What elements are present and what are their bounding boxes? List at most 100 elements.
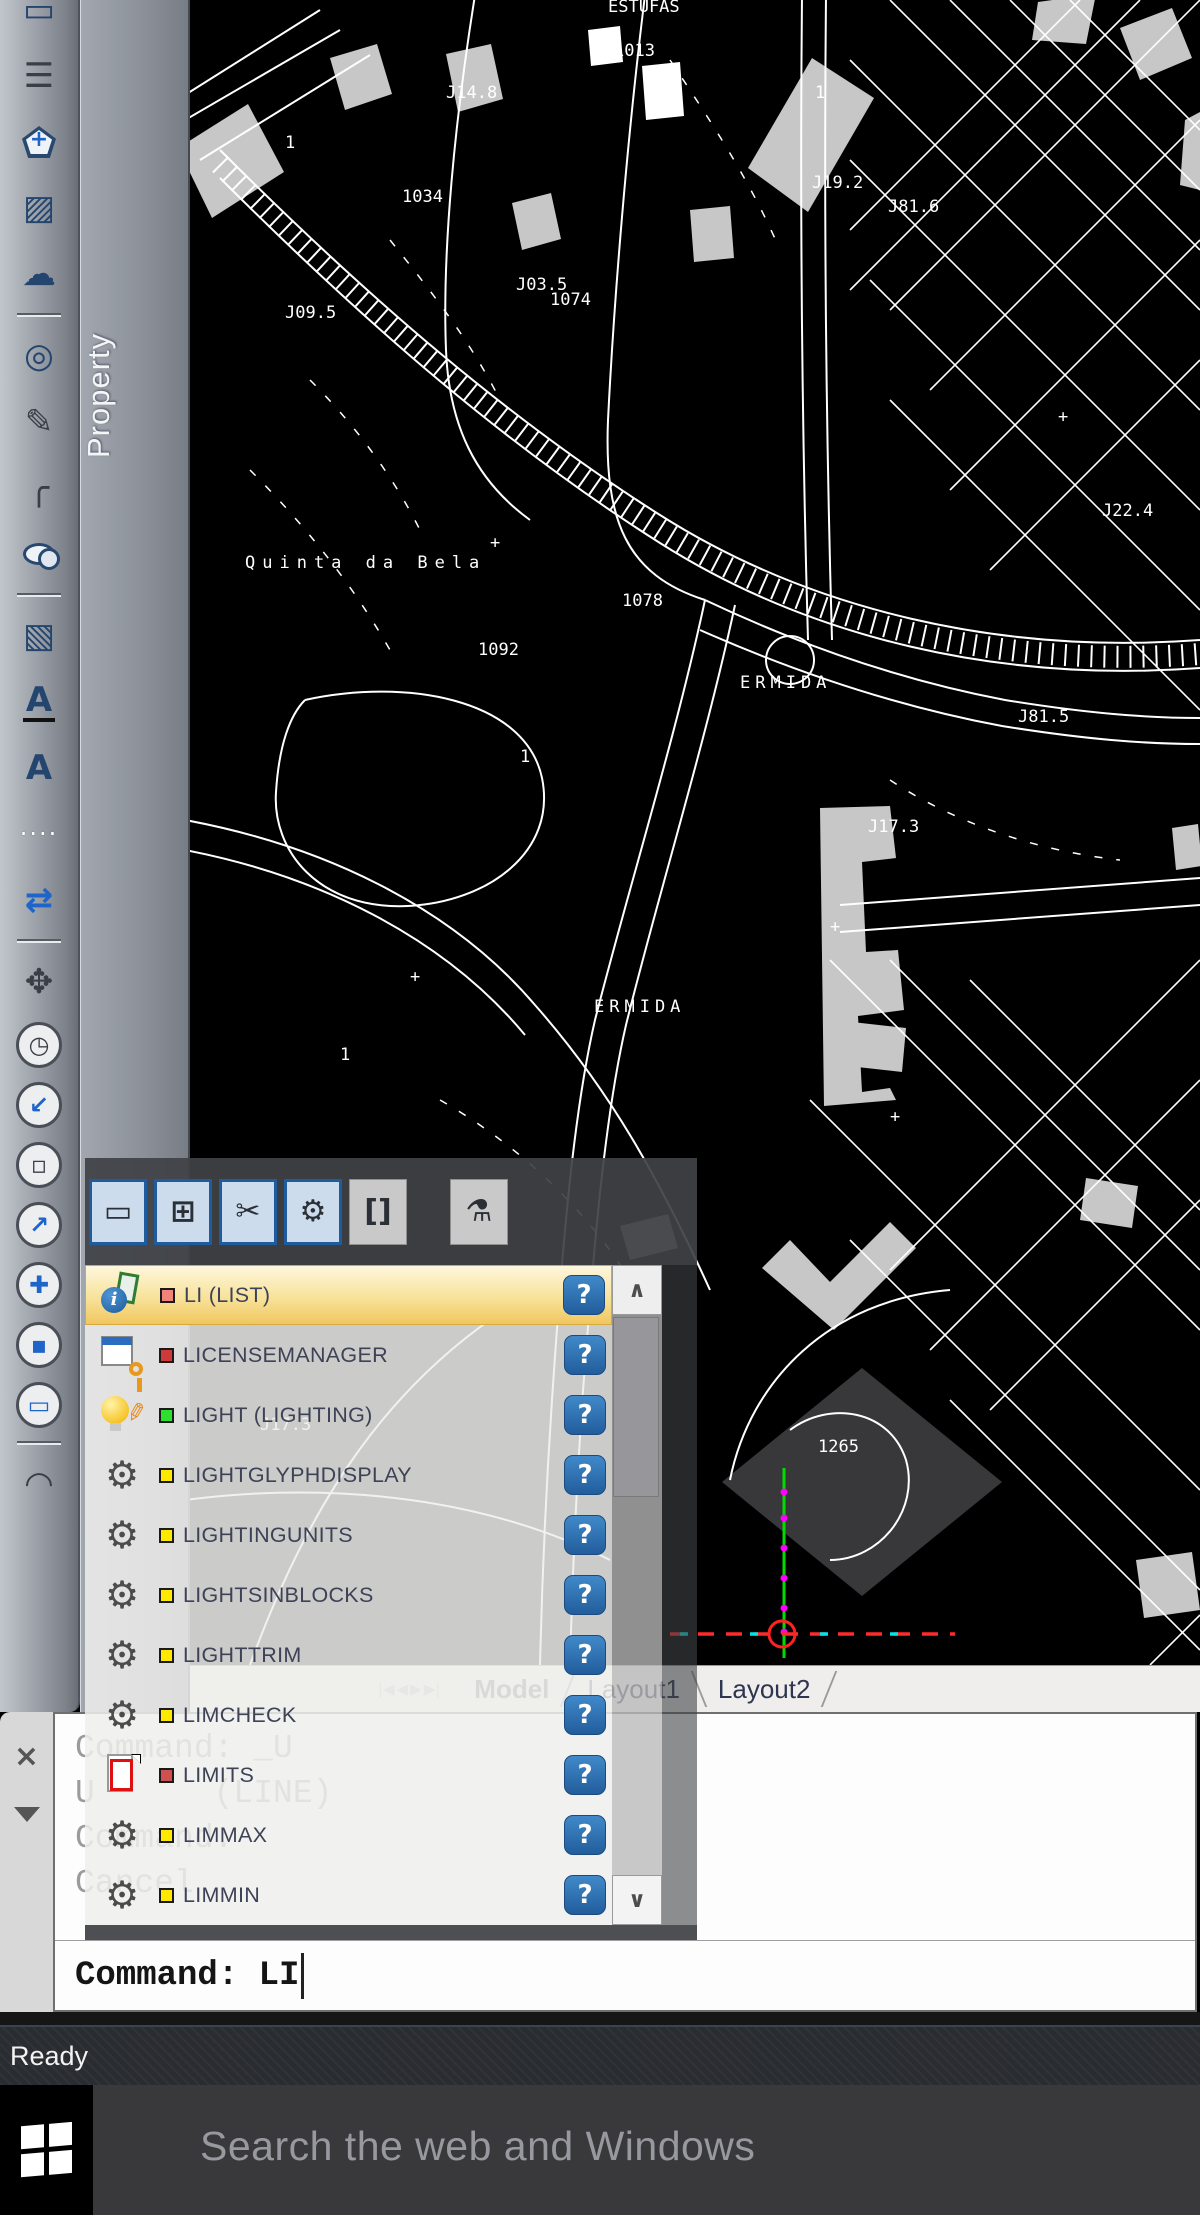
svg-text:1078: 1078 xyxy=(622,591,663,611)
svg-text:J81.5: J81.5 xyxy=(1018,707,1069,727)
popup-right-margin xyxy=(662,1265,697,1925)
status-bar: Ready xyxy=(0,2025,1200,2085)
pan-tool-icon[interactable]: ✥ xyxy=(13,956,65,1008)
svg-text:1: 1 xyxy=(285,133,295,153)
multiline-tool-icon[interactable]: ☰ xyxy=(13,50,65,102)
commands-filter-button[interactable]: ▭ xyxy=(89,1179,147,1245)
brackets-filter-button[interactable]: [] xyxy=(349,1179,407,1245)
blocks-filter-button[interactable]: ⊞ xyxy=(154,1179,212,1245)
help-icon[interactable]: ? xyxy=(564,1635,606,1675)
donut-tool-icon[interactable]: ◎ xyxy=(13,330,65,382)
rectangle-tool-icon[interactable]: ▭ xyxy=(13,0,65,36)
zoom-previous-tool-icon[interactable]: ↙ xyxy=(16,1082,62,1128)
autocomplete-row[interactable]: ⚙ LIGHTGLYPHDISPLAY ? xyxy=(85,1445,612,1505)
gear-icon: ⚙ xyxy=(99,1872,145,1918)
autocomplete-scrollbar[interactable]: ∧ ∨ xyxy=(612,1265,662,1925)
help-icon[interactable]: ? xyxy=(564,1695,606,1735)
command-type-badge xyxy=(159,1708,174,1723)
command-name-label: LIGHTSINBLOCKS xyxy=(183,1583,564,1608)
autocomplete-popup: ▭ ⊞ ✂ ⚙ [] ⚗ i LI (LIST) ? LICENSEMANAGE… xyxy=(85,1158,697,1940)
help-icon[interactable]: ? xyxy=(564,1875,606,1915)
svg-text:+: + xyxy=(410,967,420,987)
command-prompt-text: Command: LI xyxy=(75,1957,299,1995)
expand-arrow-icon[interactable] xyxy=(0,1792,53,1836)
toolbar-divider xyxy=(17,1441,61,1445)
text-tool-icon[interactable]: A xyxy=(13,742,65,794)
scroll-down-icon[interactable]: ∨ xyxy=(612,1875,662,1925)
grip-dots-handle-icon[interactable]: ···· xyxy=(13,808,65,860)
autocomplete-row[interactable]: ⚙ LIGHTINGUNITS ? xyxy=(85,1505,612,1565)
autocomplete-row[interactable]: ⚙ LIMMIN ? xyxy=(85,1865,612,1925)
command-type-badge xyxy=(159,1588,174,1603)
lic-icon xyxy=(99,1332,145,1378)
zoom-dynamic-tool-icon[interactable]: ↗ xyxy=(16,1202,62,1248)
svg-text:1034: 1034 xyxy=(402,187,443,207)
command-name-label: LIGHT (LIGHTING) xyxy=(183,1403,564,1428)
zoom-realtime-tool-icon[interactable]: ◷ xyxy=(16,1022,62,1068)
autocomplete-list: i LI (LIST) ? LICENSEMANAGER ? ✎ LIGHT (… xyxy=(85,1265,612,1925)
command-type-badge xyxy=(159,1468,174,1483)
help-icon[interactable]: ? xyxy=(564,1515,606,1555)
close-icon[interactable]: × xyxy=(0,1734,53,1778)
autocomplete-row[interactable]: ⚙ LIMCHECK ? xyxy=(85,1685,612,1745)
autocomplete-row[interactable]: LICENSEMANAGER ? xyxy=(85,1325,612,1385)
sysvar-filter-button[interactable]: ⚙ xyxy=(284,1179,342,1245)
revision-cloud-tool-icon[interactable]: ☁ xyxy=(13,248,65,300)
help-icon[interactable]: ? xyxy=(564,1815,606,1855)
window-bottom-edge xyxy=(0,2012,1200,2025)
zoom-object-tool-icon[interactable]: ▪ xyxy=(16,1322,62,1368)
polygon-tool-icon[interactable] xyxy=(13,116,65,168)
svg-text:J19.2: J19.2 xyxy=(812,173,863,193)
bulb-icon: ✎ xyxy=(99,1392,145,1438)
hatch-tool-icon[interactable]: ▧ xyxy=(13,610,65,662)
command-type-badge xyxy=(159,1528,174,1543)
autocomplete-row[interactable]: ⚙ LIGHTTRIM ? xyxy=(85,1625,612,1685)
search-placeholder: Search the web and Windows xyxy=(200,2123,755,2170)
help-icon[interactable]: ? xyxy=(564,1575,606,1615)
help-icon[interactable]: ? xyxy=(563,1275,605,1315)
zoom-window-tool-icon[interactable]: ▫ xyxy=(16,1142,62,1188)
autocomplete-row[interactable]: i LI (LIST) ? xyxy=(85,1265,612,1325)
contour-lines xyxy=(250,60,1120,1280)
zoom-center-tool-icon[interactable]: ✚ xyxy=(16,1262,62,1308)
autocomplete-row[interactable]: ✎ LIGHT (LIGHTING) ? xyxy=(85,1385,612,1445)
fillet-tool-icon[interactable]: ╭ xyxy=(13,462,65,514)
command-name-label: LIGHTINGUNITS xyxy=(183,1523,564,1548)
autocad-window: ESTUFAS1013J14.81034J19.2J81.6J03.51074J… xyxy=(0,0,1200,2215)
windows-start-button[interactable] xyxy=(0,2085,93,2215)
scrollbar-thumb[interactable] xyxy=(613,1317,659,1497)
svg-text:1265: 1265 xyxy=(818,1437,859,1457)
command-input[interactable]: Command: LI xyxy=(55,1940,1195,2010)
zoom-all-tool-icon[interactable]: ◠ xyxy=(13,1458,65,1510)
experimental-filter-button[interactable]: ⚗ xyxy=(450,1179,508,1245)
regen-tool-icon[interactable]: ⇄ xyxy=(13,874,65,926)
zoom-extents-tool-icon[interactable]: ▭ xyxy=(16,1382,62,1428)
help-icon[interactable]: ? xyxy=(564,1455,606,1495)
help-icon[interactable]: ? xyxy=(564,1335,606,1375)
sketch-tool-icon[interactable]: ✎ xyxy=(13,396,65,448)
scroll-up-icon[interactable]: ∧ xyxy=(612,1265,662,1315)
command-name-label: LIMITS xyxy=(183,1763,564,1788)
taskbar-search-input[interactable]: Search the web and Windows xyxy=(93,2085,1200,2215)
trim-suggestions-filter-button[interactable]: ✂ xyxy=(219,1179,277,1245)
autocomplete-row[interactable]: ⚙ LIGHTSINBLOCKS ? xyxy=(85,1565,612,1625)
boundary-tool-icon[interactable]: ▨ xyxy=(13,182,65,234)
svg-text:J09.5: J09.5 xyxy=(285,303,336,323)
autocomplete-row[interactable]: ⚙ LIMMAX ? xyxy=(85,1805,612,1865)
help-icon[interactable]: ? xyxy=(564,1755,606,1795)
windows-taskbar: Search the web and Windows xyxy=(0,2085,1200,2215)
command-type-badge xyxy=(159,1828,174,1843)
svg-text:1074: 1074 xyxy=(550,290,591,310)
svg-text:1: 1 xyxy=(815,83,825,103)
autocomplete-row[interactable]: LIMITS ? xyxy=(85,1745,612,1805)
command-name-label: LIGHTTRIM xyxy=(183,1643,564,1668)
tab-layout2[interactable]: Layout2 xyxy=(700,1674,829,1705)
command-type-badge xyxy=(159,1348,174,1363)
mtext-tool-icon[interactable]: A xyxy=(13,676,65,728)
command-name-label: LIGHTGLYPHDISPLAY xyxy=(183,1463,564,1488)
command-name-label: LI (LIST) xyxy=(184,1283,563,1308)
help-icon[interactable]: ? xyxy=(564,1395,606,1435)
svg-text:Quinta da Bela: Quinta da Bela xyxy=(245,553,486,573)
gear-icon: ⚙ xyxy=(99,1452,145,1498)
region-tool-icon[interactable] xyxy=(13,528,65,580)
